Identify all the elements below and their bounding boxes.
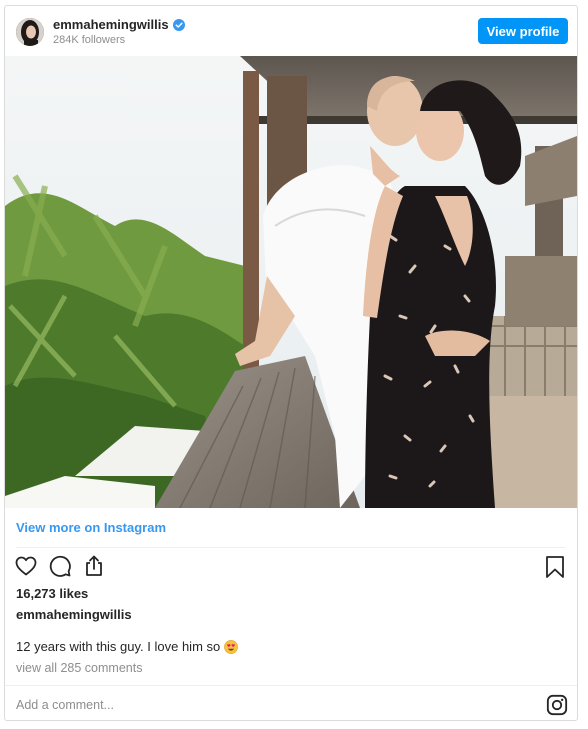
avatar[interactable] [16,18,44,46]
add-comment-input[interactable] [16,698,316,712]
divider [5,685,577,686]
caption-text: 12 years with this guy. I love him so [16,639,221,654]
caption-username[interactable]: emmahemingwillis [16,607,132,622]
caption: 12 years with this guy. I love him so [16,639,239,654]
instagram-icon[interactable] [546,694,568,716]
bookmark-icon[interactable] [542,554,568,580]
view-profile-button[interactable]: View profile [478,18,568,44]
share-icon[interactable] [81,553,107,579]
action-bar [13,553,107,583]
post-header: emmahemingwillis 284K followers View pro… [5,6,577,56]
view-more-on-instagram-link[interactable]: View more on Instagram [16,520,166,535]
heart-icon[interactable] [13,553,39,579]
comment-icon[interactable] [47,553,73,579]
like-count[interactable]: 16,273 likes [16,586,88,601]
verified-badge-icon [172,18,185,31]
username[interactable]: emmahemingwillis [53,17,169,32]
post-photo[interactable] [5,56,577,508]
heart-eyes-emoji-icon [224,639,239,654]
instagram-embed-card: emmahemingwillis 284K followers View pro… [4,5,578,721]
divider [16,547,566,548]
view-all-comments-link[interactable]: view all 285 comments [16,661,142,675]
follower-count: 284K followers [53,34,126,46]
username-row[interactable]: emmahemingwillis [53,17,185,32]
